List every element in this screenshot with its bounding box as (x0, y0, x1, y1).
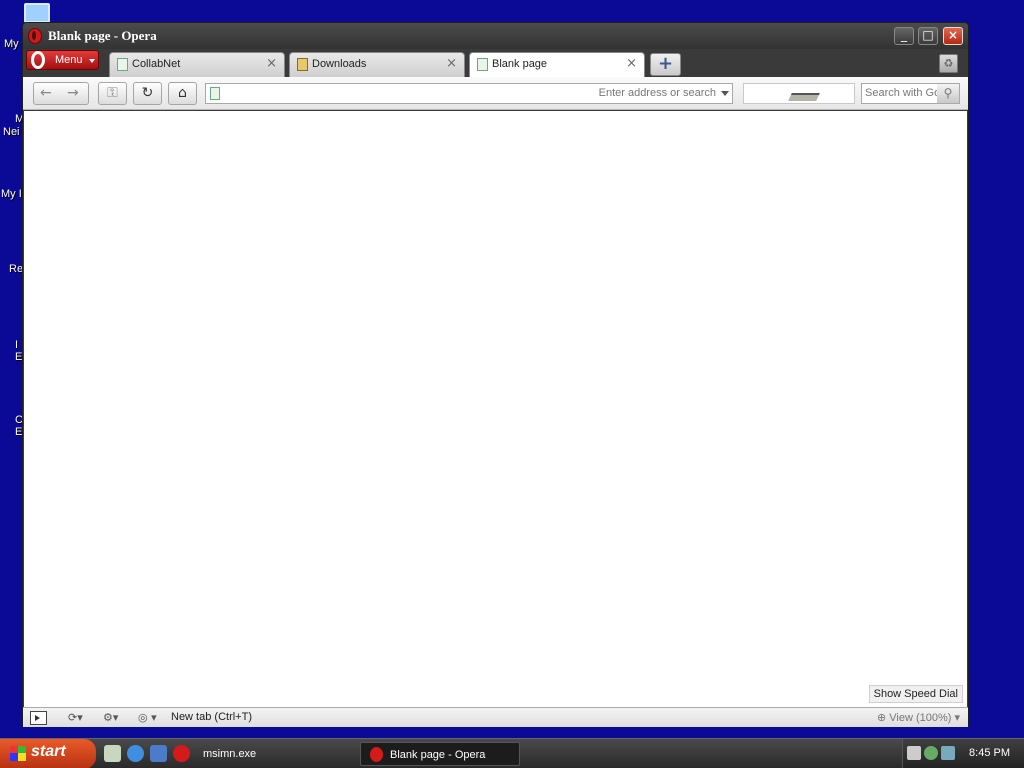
wand-button[interactable]: ⚿ (98, 82, 127, 105)
task-msimn[interactable]: msimn.exe (197, 742, 352, 766)
address-dropdown-icon[interactable] (721, 91, 729, 96)
taskbar: start msimn.exe Blank page - Opera 8:45 … (0, 738, 1024, 768)
start-button[interactable]: start (0, 739, 96, 768)
status-bar: ⟳▾ ⚙▾ ◎ ▾ New tab (Ctrl+T) ⊕ View (100%)… (23, 707, 968, 727)
navigation-toolbar: ← → ⚿ ↻ ⌂ Enter address or search Search… (23, 77, 968, 110)
start-label: start (31, 743, 66, 760)
unite-icon[interactable]: ⚙▾ (103, 711, 118, 724)
new-tab-status-text: New tab (Ctrl+T) (171, 711, 252, 723)
page-icon (210, 87, 220, 100)
minimize-button[interactable]: _ (894, 27, 914, 45)
task-opera[interactable]: Blank page - Opera (360, 742, 520, 766)
tab-blank-page[interactable]: Blank page × (469, 52, 645, 78)
windows-logo-icon (10, 746, 26, 761)
tray-display-icon[interactable] (941, 746, 955, 760)
tray-status-icon[interactable] (924, 746, 938, 760)
tab-label: Downloads (312, 58, 367, 70)
system-tray: 8:45 PM (902, 739, 1024, 768)
reload-button[interactable]: ↻ (133, 82, 162, 105)
page-icon (477, 58, 488, 71)
page-content[interactable]: Show Speed Dial (24, 111, 967, 707)
tab-close-icon[interactable]: × (446, 56, 457, 71)
chevron-down-icon (89, 59, 95, 63)
trash-icon[interactable]: ♻ (939, 54, 958, 73)
tab-close-icon[interactable]: × (626, 56, 637, 71)
clock: 8:45 PM (969, 747, 1010, 759)
search-field[interactable]: Search with Google ⚲ (861, 83, 960, 104)
page-icon (117, 58, 128, 71)
tray-network-icon[interactable] (907, 746, 921, 760)
tab-close-icon[interactable]: × (266, 56, 277, 71)
quicklaunch-notepad-icon[interactable] (104, 745, 121, 762)
task-label: msimn.exe (203, 748, 257, 760)
back-forward-group: ← → (33, 82, 89, 105)
tab-collabnet[interactable]: CollabNet × (109, 52, 285, 77)
tab-label: CollabNet (132, 58, 181, 70)
opera-logo-icon (370, 747, 383, 762)
close-button[interactable]: × (943, 27, 963, 45)
desktop-label-my-computer[interactable]: My I (1, 188, 22, 200)
opera-menu-button[interactable]: Menu (26, 50, 99, 70)
opera-window: Blank page - Opera _ □ × Menu CollabNet … (22, 22, 969, 727)
window-title: Blank page - Opera (48, 28, 157, 43)
search-placeholder: Search with Google (865, 87, 937, 99)
forward-button[interactable]: → (67, 83, 79, 104)
maximize-button[interactable]: □ (918, 27, 938, 45)
address-field[interactable]: Enter address or search (205, 83, 733, 104)
panel-toggle-icon[interactable] (30, 711, 47, 725)
zoom-label: View (100%) (889, 712, 952, 724)
turbo-icon[interactable]: ◎ ▾ (138, 711, 157, 724)
download-icon (297, 58, 308, 71)
desktop-label-network-2[interactable]: Nei (3, 126, 20, 138)
tab-label: Blank page (492, 58, 548, 70)
desktop-label-ie-1[interactable]: I (15, 339, 18, 351)
tab-downloads[interactable]: Downloads × (289, 52, 465, 77)
tab-bar: Menu CollabNet × Downloads × Blank page … (23, 49, 968, 78)
quicklaunch-outlook-icon[interactable] (150, 745, 167, 762)
opera-logo-icon (28, 28, 42, 44)
title-bar[interactable]: Blank page - Opera _ □ × (23, 23, 968, 49)
home-button[interactable]: ⌂ (168, 82, 197, 105)
menu-label: Menu (55, 54, 83, 66)
new-tab-button[interactable]: + (650, 53, 681, 76)
task-label: Blank page - Opera (390, 749, 486, 761)
desktop-label-my-documents[interactable]: My (4, 38, 19, 50)
show-speed-dial-button[interactable]: Show Speed Dial (868, 685, 963, 703)
search-icon[interactable]: ⚲ (937, 84, 959, 103)
desktop-icon[interactable] (24, 3, 50, 23)
quicklaunch-ie-icon[interactable] (127, 745, 144, 762)
desktop-label-recycle-bin[interactable]: Re (9, 263, 23, 275)
back-button[interactable]: ← (40, 83, 52, 104)
address-placeholder: Enter address or search (598, 87, 716, 99)
zoom-icon: ⊕ (876, 712, 890, 724)
zoom-view-control[interactable]: ⊕ View (100%) ▾ (877, 711, 960, 724)
toolbar-splitter[interactable] (743, 83, 855, 104)
quicklaunch-opera-icon[interactable] (173, 745, 190, 762)
sync-icon[interactable]: ⟳▾ (68, 711, 83, 724)
opera-o-icon (31, 51, 45, 69)
